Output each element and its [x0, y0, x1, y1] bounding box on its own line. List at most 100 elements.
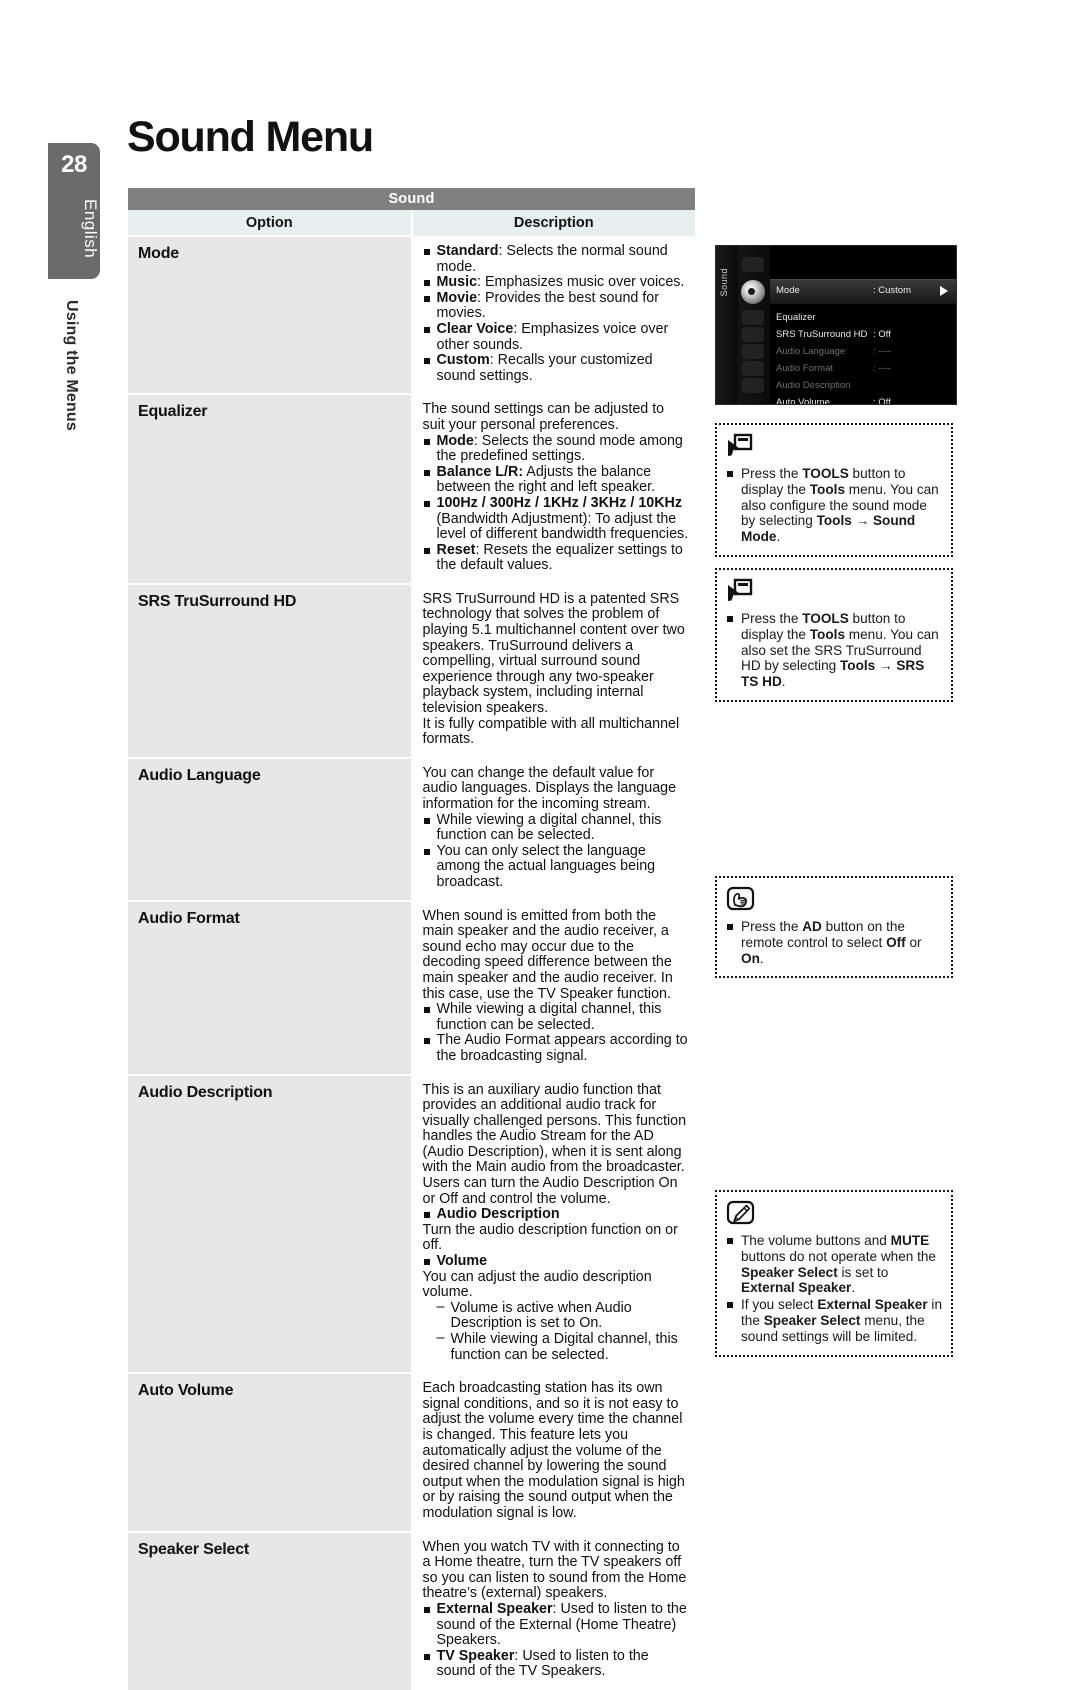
bullet-term: External Speaker [436, 1600, 553, 1617]
audio-description-sub2-list: Volume [423, 1253, 690, 1270]
note-list: The volume buttons and MUTE buttons do n… [726, 1233, 942, 1345]
page-number-tab: 28 English [48, 143, 100, 279]
speaker-select-bullet-list: External Speaker: Used to listen to the … [423, 1600, 690, 1680]
list-item: Reset: Resets the equalizer settings to … [423, 541, 690, 574]
osd-item-value-auto-volume: : Off [873, 397, 891, 405]
table-row: Speaker Select When you watch TV with it… [128, 1530, 695, 1690]
osd-icon-input [742, 344, 764, 359]
table-title: Sound [128, 188, 695, 210]
table-row: Audio Language You can change the defaul… [128, 756, 695, 901]
osd-item-label-mode[interactable]: Mode [776, 285, 800, 296]
description-auto-volume: Each broadcasting station has its own si… [411, 1373, 695, 1532]
page-language-label: English [81, 199, 100, 259]
note-tools-srs-ts-hd: Press the TOOLS button to display the To… [715, 568, 953, 702]
description-srs-trusurround-hd: SRS TruSurround HD is a patented SRS tec… [411, 583, 695, 758]
osd-icon-sound [741, 280, 765, 304]
osd-item-value-mode: : Custom [873, 285, 912, 296]
auto-volume-intro: Each broadcasting station has its own si… [422, 1380, 685, 1521]
audio-language-intro: You can change the default value for aud… [422, 764, 677, 812]
bullet-term: Reset [436, 541, 476, 558]
osd-item-value-srs: : Off [873, 329, 891, 340]
osd-icon-setup [742, 327, 764, 342]
list-item: 100Hz / 300Hz / 1KHz / 3KHz / 10KHz (Ban… [423, 494, 690, 543]
option-name-auto-volume: Auto Volume [128, 1372, 413, 1532]
mode-bullet-list: Standard: Selects the normal sound mode.… [423, 243, 690, 384]
list-item: Movie: Provides the best sound for movie… [423, 289, 690, 322]
description-speaker-select: When you watch TV with it connecting to … [411, 1531, 695, 1690]
option-name-audio-format: Audio Format [128, 899, 413, 1075]
osd-item-label-equalizer[interactable]: Equalizer [776, 312, 816, 323]
bullet-term: Standard [436, 243, 499, 259]
bullet-term: 100Hz / 300Hz / 1KHz / 3KHz / 10KHz [436, 494, 683, 511]
bullet-term: Custom [436, 352, 490, 369]
audio-language-bullet-list: While viewing a digital channel, this fu… [423, 812, 690, 891]
list-item: Standard: Selects the normal sound mode. [423, 243, 690, 275]
note-tools-sound-mode: Press the TOOLS button to display the To… [715, 423, 953, 557]
bullet-term: Music [436, 274, 478, 291]
bullet-text: (Bandwidth Adjustment): To adjust the le… [436, 510, 689, 543]
note-list: Press the TOOLS button to display the To… [726, 611, 942, 690]
list-item: The volume buttons and MUTE buttons do n… [726, 1233, 942, 1296]
audio-description-intro: This is an auxiliary audio function that… [422, 1081, 687, 1207]
srs-intro-2: It is fully compatible with all multicha… [422, 715, 680, 748]
list-item: The Audio Format appears according to th… [423, 1032, 690, 1064]
audio-format-intro: When sound is emitted from both the main… [422, 907, 673, 1002]
description-audio-language: You can change the default value for aud… [411, 757, 695, 901]
option-name-equalizer: Equalizer [128, 393, 413, 584]
option-name-speaker-select: Speaker Select [128, 1530, 413, 1690]
audio-description-sub2-text: You can adjust the audio description vol… [422, 1268, 652, 1301]
tools-cursor-icon [726, 578, 942, 609]
bullet-term: Movie [436, 289, 478, 306]
column-header-option: Option [128, 210, 413, 236]
note-pencil-icon [726, 1200, 942, 1231]
list-item: Clear Voice: Emphasizes voice over other… [423, 320, 690, 353]
osd-sidebar: Sound [716, 246, 739, 404]
option-name-audio-language: Audio Language [128, 756, 413, 901]
audio-description-dash-list: Volume is active when Audio Description … [423, 1300, 690, 1363]
table-row: Equalizer The sound settings can be adju… [128, 393, 695, 584]
osd-icon-support [742, 378, 764, 393]
bullet-term: TV Speaker [436, 1647, 515, 1664]
tools-cursor-icon [726, 433, 942, 464]
osd-item-label-audio-description: Audio Description [776, 380, 851, 391]
osd-icon-application [742, 361, 764, 376]
osd-item-label-audio-language: Audio Language [776, 346, 846, 357]
audio-description-sub1-text: Turn the audio description function on o… [422, 1221, 678, 1254]
list-item: You can only select the language among t… [423, 843, 690, 891]
option-name-srs-trusurround-hd: SRS TruSurround HD [128, 582, 413, 758]
list-item: While viewing a Digital channel, this fu… [437, 1331, 690, 1363]
list-item: Press the TOOLS button to display the To… [726, 466, 942, 545]
option-name-audio-description: Audio Description [128, 1073, 413, 1374]
srs-intro: SRS TruSurround HD is a patented SRS tec… [422, 590, 685, 717]
osd-item-label-auto-volume[interactable]: Auto Volume [776, 397, 830, 404]
list-item: Volume [423, 1253, 690, 1270]
chevron-right-icon [940, 286, 948, 296]
list-item: Mode: Selects the sound mode among the p… [423, 432, 690, 465]
list-item: Audio Description [423, 1207, 690, 1223]
page-title: Sound Menu [127, 113, 374, 161]
table-title-row: Sound [128, 188, 695, 210]
tv-osd-screenshot: Sound Mode : Custom Equalizer SRS TruSur… [715, 245, 957, 405]
press-button-icon [726, 886, 942, 917]
description-mode: Standard: Selects the normal sound mode.… [411, 236, 695, 395]
table-row: SRS TruSurround HD SRS TruSurround HD is… [128, 582, 695, 758]
list-item: Press the TOOLS button to display the To… [726, 611, 942, 690]
bullet-term: Mode [436, 432, 474, 449]
table-row: Auto Volume Each broadcasting station ha… [128, 1372, 695, 1532]
list-item: Press the AD button on the remote contro… [726, 919, 942, 966]
bullet-term: Clear Voice [436, 320, 514, 337]
bullet-text: : Selects the sound mode among the prede… [436, 432, 683, 465]
list-item: Music: Emphasizes music over voices. [423, 274, 690, 291]
osd-item-value-audio-language: : ---- [873, 346, 891, 357]
osd-item-label-srs[interactable]: SRS TruSurround HD [776, 329, 867, 340]
list-item: If you select External Speaker in the Sp… [726, 1297, 942, 1344]
table-header-row: Option Description [128, 210, 695, 236]
osd-item-label-audio-format: Audio Format [776, 363, 834, 374]
page-number: 28 [61, 151, 87, 178]
audio-format-bullet-list: While viewing a digital channel, this fu… [423, 1001, 690, 1064]
note-list: Press the AD button on the remote contro… [726, 919, 942, 966]
note-ad-button: Press the AD button on the remote contro… [715, 876, 953, 979]
table-row: Mode Standard: Selects the normal sound … [128, 234, 695, 395]
list-item: While viewing a digital channel, this fu… [423, 1001, 690, 1033]
list-item: While viewing a digital channel, this fu… [423, 812, 690, 844]
